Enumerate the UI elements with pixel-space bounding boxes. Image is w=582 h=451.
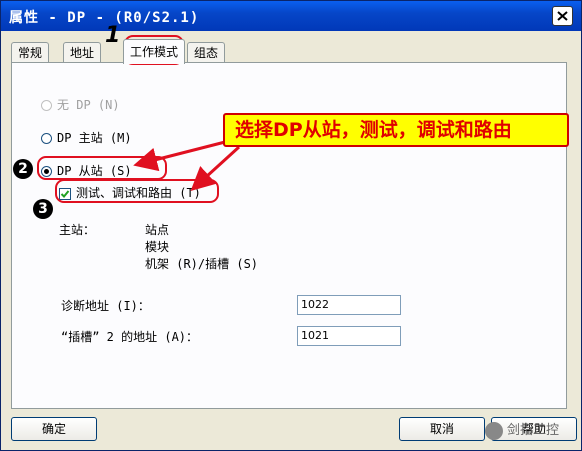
arrow-to-dp-slave	[133, 139, 230, 172]
watermark-text: 剑指工控	[507, 423, 560, 438]
wechat-icon	[485, 421, 503, 440]
tab-operating-mode[interactable]: 工作模式	[123, 39, 186, 64]
properties-dialog: 属性 - DP - (R0/S2.1) 常规 地址 工作模式 组态 无 DP (…	[0, 0, 582, 451]
annotation-arrows	[133, 139, 241, 192]
watermark: 剑指工控	[485, 419, 575, 443]
arrow-to-test-option	[190, 145, 241, 192]
instruction-callout: 选择DP从站，测试，调试和路由	[223, 113, 569, 147]
